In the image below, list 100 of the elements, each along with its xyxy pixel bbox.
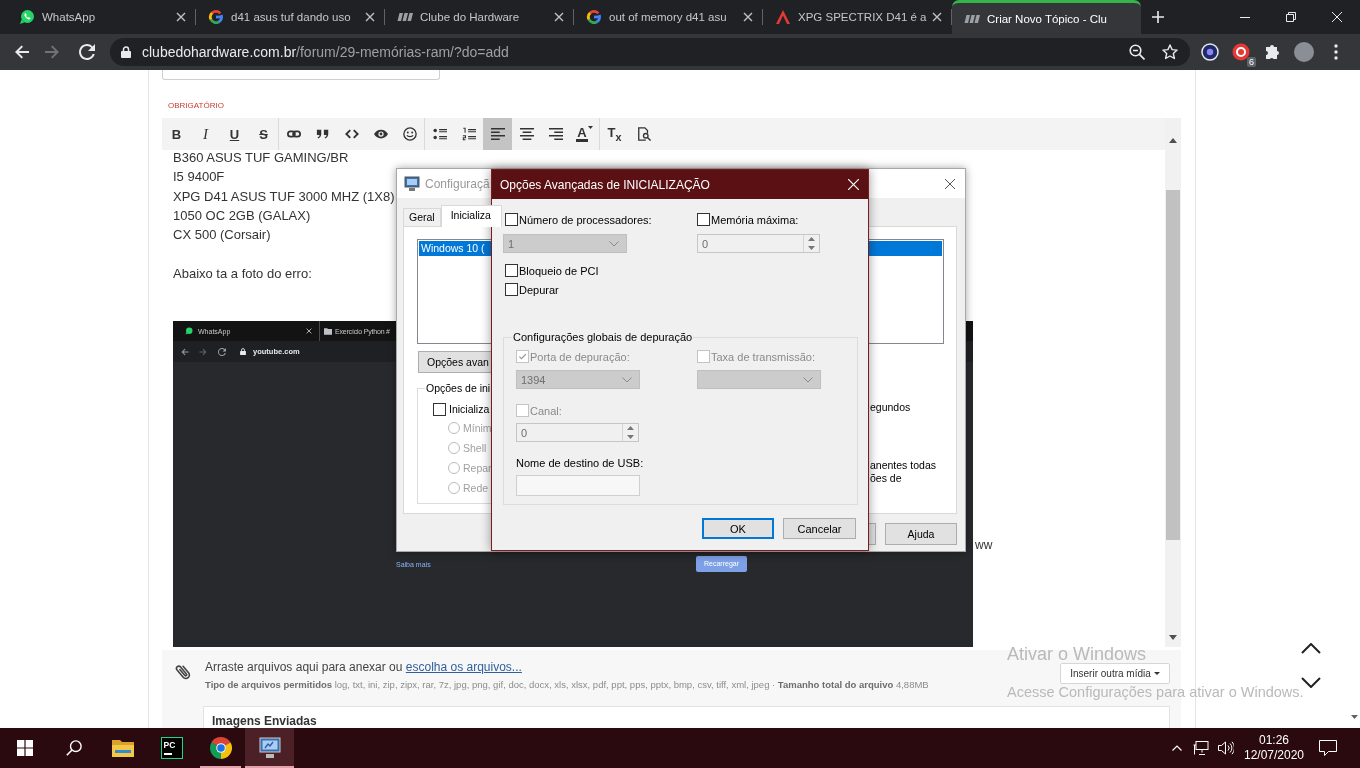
- scroll-down-arrow-icon[interactable]: [1169, 634, 1177, 640]
- text-input-field[interactable]: [516, 475, 640, 496]
- scroll-down-arrow-icon[interactable]: [1351, 715, 1358, 719]
- browser-tab[interactable]: XPG SPECTRIX D41 é a: [763, 0, 952, 34]
- quote-icon: [315, 127, 330, 141]
- bullet-list-icon: [432, 127, 447, 141]
- spin-up-icon[interactable]: [627, 426, 634, 431]
- badge-count: 6: [1247, 57, 1256, 67]
- menu-icon[interactable]: [1334, 44, 1338, 60]
- paragraph: Abaixo ta a foto do erro:: [173, 264, 312, 283]
- browser-tab[interactable]: Clube do Hardware: [385, 0, 574, 34]
- chat-bubble-icon: [185, 327, 193, 336]
- radio-label: Rede: [463, 481, 489, 495]
- network-icon[interactable]: [1193, 741, 1209, 755]
- close-icon[interactable]: [554, 12, 564, 22]
- toolbar-button[interactable]: S: [249, 118, 278, 150]
- close-icon[interactable]: [176, 12, 186, 22]
- scrollbar-thumb[interactable]: [1166, 190, 1180, 540]
- smiley-icon: [402, 127, 417, 141]
- required-label: OBRIGATÓRIO: [168, 100, 224, 112]
- forward-arrow-icon: [199, 347, 207, 356]
- speaker-icon[interactable]: [1218, 741, 1234, 755]
- zoom-out-icon[interactable]: [1129, 44, 1145, 60]
- puzzle-icon[interactable]: [1264, 44, 1280, 60]
- spin-down-icon[interactable]: [627, 434, 634, 439]
- dialog-button[interactable]: Cancelar: [783, 518, 856, 539]
- toolbar-button[interactable]: A: [570, 118, 599, 150]
- letter-g-icon: [586, 9, 602, 25]
- reload-icon: [218, 347, 226, 356]
- toolbar-button[interactable]: [483, 118, 512, 150]
- taskbar-button[interactable]: PC: [147, 728, 196, 768]
- reload-icon[interactable]: [79, 44, 95, 60]
- extension-icon[interactable]: [1232, 43, 1250, 61]
- group-title: Configurações globais de depuração: [512, 330, 694, 345]
- checkbox-label: Memória máxima:: [711, 212, 799, 227]
- checkbox-label: Bloqueio de PCI: [519, 263, 599, 278]
- allowed-file-types: Tipo de arquivos permitidos log, txt, ini, zip, zipx, rar, 7z, jpg, png, gif, doc, docx, xls, xlsx, pdf, ppt, pps, pptx, bmp, csv, tiff, xml, jpeg · Tamanho total do arquivo 4,88MB: [205, 679, 929, 691]
- choose-files-link[interactable]: escolha os arquivos...: [405, 660, 522, 674]
- checkbox[interactable]: [505, 283, 518, 296]
- folder-icon: [111, 739, 134, 757]
- letter-g-icon: [208, 9, 224, 25]
- paragraph: B360 ASUS TUF GAMING/BR I5 9400F XPG D41 ASUS TUF 3000 MHZ (1X8) 1050 OC 2GB (GALAX) CX 500 (Corsair): [173, 150, 395, 245]
- checkbox-label: Número de processadores:: [519, 212, 652, 227]
- code-icon: [344, 127, 359, 141]
- radio-label: Shell: [463, 441, 487, 455]
- align-center-icon: [519, 127, 534, 141]
- toolbar-button[interactable]: T$_{x}$: [600, 118, 629, 150]
- close-icon[interactable]: [743, 12, 753, 22]
- lock-icon: [240, 348, 246, 356]
- start-menu-icon[interactable]: [16, 740, 33, 756]
- back-arrow-icon[interactable]: [14, 44, 30, 60]
- forward-arrow-icon[interactable]: [44, 44, 60, 60]
- dialog-button[interactable]: OK: [702, 518, 774, 539]
- dialog-button[interactable]: Ajuda: [885, 523, 957, 545]
- browser-tab[interactable]: WhatsApp: [7, 0, 196, 34]
- extension-icon[interactable]: [1201, 43, 1219, 61]
- browser-tab[interactable]: out of memory d41 asu: [574, 0, 763, 34]
- star-icon[interactable]: [1162, 44, 1178, 60]
- field-label: Nome de destino de USB:: [516, 456, 644, 470]
- toolbar-button[interactable]: U: [220, 118, 249, 150]
- restore-icon[interactable]: [1286, 12, 1296, 22]
- chat-bubble-icon: [19, 9, 35, 25]
- taskbar-button[interactable]: [245, 728, 294, 768]
- chevron-up-icon[interactable]: [1301, 643, 1321, 654]
- close-icon[interactable]: [365, 12, 375, 22]
- dialog-title: Configuraçã: [425, 176, 490, 191]
- dialog-text: egundos: [870, 400, 911, 414]
- address-field[interactable]: clubedohardware.com.br/forum/29-memórias-ram/?do=add: [110, 38, 1190, 66]
- title-input-field[interactable]: [162, 70, 440, 80]
- eye-icon: [373, 127, 388, 141]
- checkbox[interactable]: [505, 264, 518, 277]
- folder-icon: [324, 327, 332, 335]
- close-icon[interactable]: [932, 12, 942, 22]
- chevron-down-icon[interactable]: [1301, 677, 1321, 688]
- back-arrow-icon: [181, 347, 189, 356]
- checkbox[interactable]: [433, 402, 446, 416]
- avatar-icon[interactable]: [1294, 42, 1314, 62]
- round-logo-icon: [209, 737, 232, 759]
- search-icon[interactable]: [65, 740, 82, 756]
- dialog-tab[interactable]: Geral: [403, 208, 441, 226]
- dialog-tab[interactable]: Inicializa: [440, 205, 502, 227]
- browser-tab[interactable]: d41 asus tuf dando uso: [196, 0, 385, 34]
- close-icon[interactable]: [945, 178, 955, 189]
- checkbox-label: Inicializa: [449, 402, 490, 416]
- align-left-icon: [490, 127, 505, 141]
- monitor-icon: [258, 737, 281, 759]
- toolbar-button[interactable]: I: [191, 118, 220, 150]
- browser-tab[interactable]: Criar Novo Tópico - Clu: [952, 0, 1141, 34]
- plus-icon[interactable]: [1152, 11, 1164, 23]
- notification-icon[interactable]: [1319, 740, 1337, 756]
- minimize-icon[interactable]: [1240, 16, 1250, 18]
- checkbox-label: Canal:: [530, 403, 562, 418]
- dropdown-field[interactable]: [697, 370, 821, 389]
- checkmark-icon: [518, 352, 527, 361]
- paperclip-icon: [175, 662, 193, 682]
- activation-title: Ativar o Windows: [1007, 647, 1147, 661]
- toolbar-button[interactable]: B: [162, 118, 191, 150]
- insert-media-button[interactable]: Inserir outra mídia: [1060, 663, 1170, 684]
- attach-instructions: Arraste arquivos aqui para anexar ou escolha os arquivos...: [205, 660, 522, 674]
- scroll-up-arrow-icon[interactable]: [1169, 137, 1177, 143]
